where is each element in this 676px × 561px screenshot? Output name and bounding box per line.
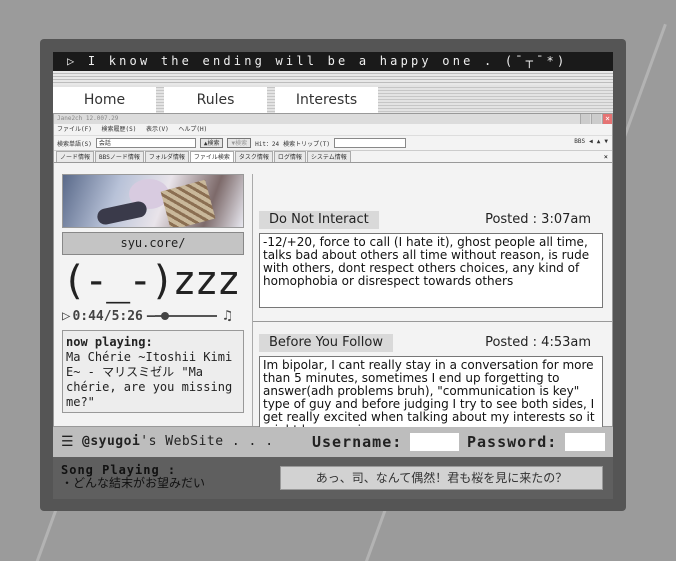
back-arrow-icon[interactable]: ◀ [589,138,593,145]
subtab-node-info[interactable]: ノード情報 [56,151,95,162]
music-note-icon: ♫ [223,308,232,324]
username-label: Username: [312,433,403,451]
menu-bar: ファイル(F) 検索履歴(S) 表示(V) ヘルプ(H) [54,124,612,136]
menu-help[interactable]: ヘルプ(H) [178,126,207,133]
profile-column: syu.core/ (-_-)zzz ▷ 0:44/5:26 — ♫ now p… [62,174,244,413]
bbs-label: BBS [574,138,586,145]
artwork-scarf [160,179,216,227]
tab-rules[interactable]: Rules [164,87,267,113]
site-frame: ▷ I know the ending will be a happy one … [40,39,626,511]
subtab-system-info[interactable]: システム情報 [306,151,351,162]
post-divider [253,321,612,322]
menu-file[interactable]: ファイル(F) [57,126,92,133]
now-playing-box: now playing: Ma Chérie ~Itoshii Kimi E~ … [62,330,244,413]
search-up-button[interactable]: ▲検索 [199,138,224,148]
app-window: Jane2ch 12.007.29 × ファイル(F) 検索履歴(S) 表示(V… [53,113,613,458]
tab-interests[interactable]: Interests [275,87,378,113]
menu-search-history[interactable]: 検索履歴(S) [101,126,136,133]
subtab-file-search[interactable]: ファイル検索 [189,151,234,162]
password-input[interactable] [565,433,605,451]
music-player: ▷ 0:44/5:26 — ♫ [62,305,244,327]
site-suffix: 's WebSite . . . [140,434,274,449]
kaomoji-text: (-_-)zzz [62,258,241,304]
sub-tab-bar: ノード情報 BBSノード情報 フォルダ情報 ファイル検索 タスク情報 ログ情報 … [54,151,612,163]
post-time: Posted : 4:53am [485,335,591,350]
window-title: Jane2ch 12.007.29 [57,115,119,122]
song-panel: Song Playing : ・どんな結末がお望みだい あっ、司、なんて偶然！君… [53,457,613,499]
hit-count: Hit：24 [255,140,280,148]
artwork-hand [95,199,149,227]
site-handle: @syugoi [82,434,141,449]
window-close-button[interactable]: × [602,114,612,124]
player-progress[interactable] [155,312,218,320]
subtab-log-info[interactable]: ログ情報 [273,151,306,162]
stripe-band [53,71,613,85]
subtab-close-icon[interactable]: × [604,151,608,163]
up-arrow-icon[interactable]: ▲ [597,138,601,145]
search-word-select[interactable]: 会話 [95,138,196,148]
quote-box: あっ、司、なんて偶然！君も桜を見に来たの？ [280,466,603,490]
site-name: @syugoi's WebSite . . . [82,427,274,457]
password-label: Password: [467,433,558,451]
app-toolbar: 検索単語(S) 会話 ▲検索 ▼検索 Hit：24 検索トリップ(T) BBS … [54,136,612,151]
menu-icon[interactable]: ☰ [61,427,74,457]
site-link[interactable]: syu.core/ [62,232,244,255]
search-down-button[interactable]: ▼検索 [227,138,252,148]
nav-tab-bar: Home Rules Interests [53,85,613,113]
play-icon[interactable]: ▷ [62,308,70,324]
subtab-task-info[interactable]: タスク情報 [234,151,273,162]
now-playing-title: now playing: [66,335,153,349]
marquee-banner: ▷ I know the ending will be a happy one … [53,52,613,71]
toolbar-right: BBS ◀ ▲ ▼ [574,138,608,145]
post-time: Posted : 3:07am [485,212,591,227]
minimize-button[interactable] [580,114,590,124]
player-knob[interactable] [161,312,170,320]
search-word-label: 検索単語(S) [57,140,92,148]
post-label: Do Not Interact [259,211,379,229]
tripcode-label: 検索トリップ(T) [283,140,330,148]
tripcode-select[interactable] [334,138,406,148]
player-time: 0:44/5:26 [72,308,143,324]
post-label: Before You Follow [259,334,393,352]
profile-artwork [62,174,244,228]
down-arrow-icon[interactable]: ▼ [604,138,608,145]
subtab-bbs-node-info[interactable]: BBSノード情報 [95,151,144,162]
song-playing-text: ・どんな結末がお望みだい [61,476,206,490]
tab-home[interactable]: Home [53,87,156,113]
player-dash: — [146,308,156,324]
post-body: -12/+20, force to call (I hate it), ghos… [259,233,603,308]
window-titlebar: Jane2ch 12.007.29 × [54,114,612,124]
username-input[interactable] [410,433,459,451]
subtab-folder-info[interactable]: フォルダ情報 [144,151,189,162]
column-divider [252,174,253,426]
login-bar: ☰ @syugoi's WebSite . . . Username: Pass… [53,427,613,457]
menu-view[interactable]: 表示(V) [146,126,169,133]
now-playing-text: Ma Chérie ~Itoshii Kimi E~ - マリスミゼル "Ma … [66,350,233,409]
maximize-button[interactable] [591,114,601,124]
